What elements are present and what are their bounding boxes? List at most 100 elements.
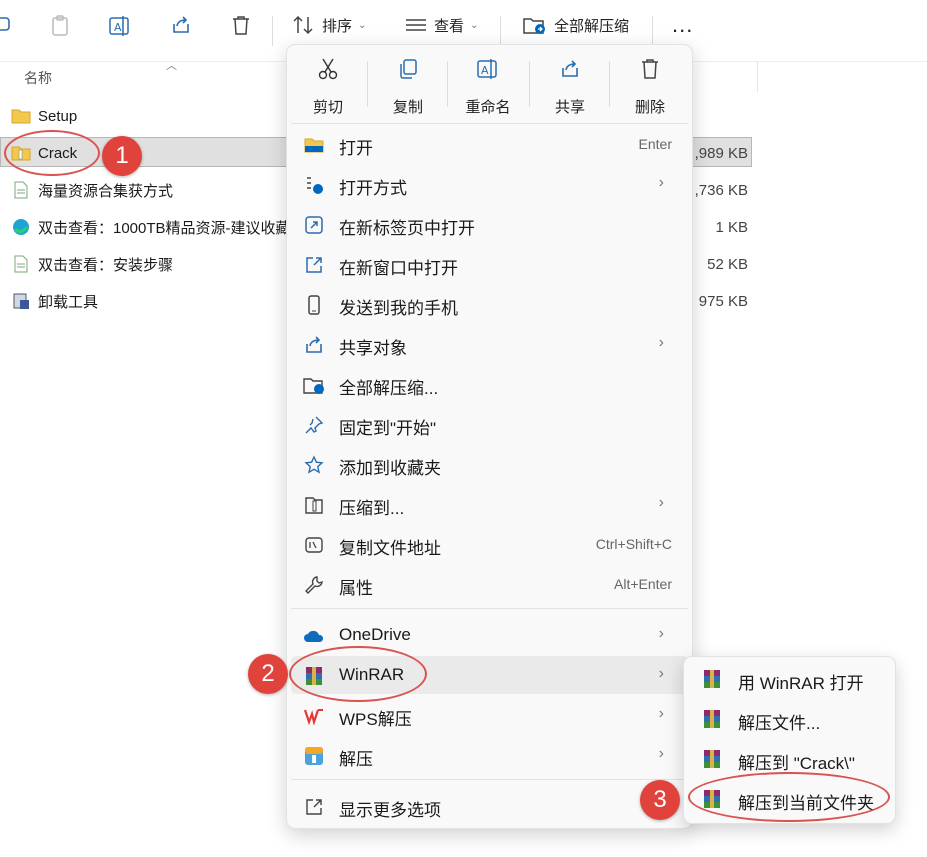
edge-link-icon bbox=[10, 218, 32, 236]
menu-item-add-favorites[interactable]: 添加到收藏夹 bbox=[291, 445, 688, 483]
menu-item-extract-all[interactable]: 全部解压缩... bbox=[291, 365, 688, 403]
file-row[interactable]: 海量资源合集获方式 bbox=[0, 173, 173, 207]
menu-item-copy-path[interactable]: 复制文件地址 Ctrl+Shift+C bbox=[291, 525, 688, 563]
share-label: 共享 bbox=[554, 99, 585, 116]
chevron-right-icon: › bbox=[658, 665, 664, 682]
menu-item-pin-to-start[interactable]: 固定到"开始" bbox=[291, 405, 688, 443]
rename-label: 重命名 bbox=[465, 99, 511, 116]
toolbar-more-button[interactable]: ... bbox=[672, 12, 693, 38]
toolbar-sort-button[interactable]: 排序 ⌄ bbox=[292, 14, 366, 36]
menu-item-label: 添加到收藏夹 bbox=[339, 459, 441, 478]
new-window-icon bbox=[303, 254, 325, 276]
sort-up-icon: ︿ bbox=[166, 60, 177, 72]
toolbar-divider bbox=[272, 16, 273, 46]
quick-divider bbox=[367, 61, 368, 107]
menu-item-extract[interactable]: 解压 › bbox=[291, 736, 688, 774]
context-menu: 剪切 复制 A 重命名 共享 删除 打开 Enter 打开方式 › 在新标签页中… bbox=[286, 44, 693, 829]
menu-item-label: OneDrive bbox=[339, 625, 411, 644]
document-icon bbox=[10, 181, 32, 199]
menu-item-label: 共享对象 bbox=[339, 339, 407, 358]
copy-label: 复制 bbox=[392, 99, 423, 116]
file-row[interactable]: 双击查看：1000TB精品资源-建议收藏 bbox=[0, 210, 291, 244]
step-badge-3: 3 bbox=[640, 780, 680, 820]
column-header-name[interactable]: 名称 bbox=[24, 68, 52, 88]
menu-item-shortcut: Alt+Enter bbox=[614, 576, 672, 592]
chevron-right-icon: › bbox=[658, 705, 664, 722]
quick-divider bbox=[447, 61, 448, 107]
menu-item-open-with[interactable]: 打开方式 › bbox=[291, 165, 688, 203]
winrar-icon bbox=[702, 709, 722, 729]
menu-item-properties[interactable]: 属性 Alt+Enter bbox=[291, 565, 688, 603]
uninstall-tool-icon bbox=[10, 292, 32, 310]
submenu-item-label: 用 WinRAR 打开 bbox=[738, 674, 864, 693]
more-icon: ... bbox=[672, 12, 694, 37]
sort-label: 排序 bbox=[322, 17, 353, 35]
menu-item-label: 压缩到... bbox=[339, 499, 405, 518]
pin-icon bbox=[303, 414, 325, 436]
highlight-oval-crack bbox=[4, 130, 100, 176]
wps-icon bbox=[303, 705, 325, 727]
toolbar-divider bbox=[652, 16, 653, 46]
svg-text:A: A bbox=[114, 21, 122, 34]
menu-item-show-more-options[interactable]: 显示更多选项 bbox=[291, 787, 688, 825]
share-button[interactable]: 共享 bbox=[535, 57, 605, 117]
toolbar-delete-button[interactable] bbox=[230, 14, 252, 36]
menu-item-open-new-window[interactable]: 在新窗口中打开 bbox=[291, 245, 688, 283]
chevron-right-icon: › bbox=[658, 494, 664, 511]
cloud-icon bbox=[303, 625, 325, 647]
menu-item-share-with[interactable]: 共享对象 › bbox=[291, 325, 688, 363]
menu-item-shortcut: Enter bbox=[638, 136, 672, 152]
copy-path-icon bbox=[303, 534, 325, 556]
file-row[interactable]: 双击查看：安装步骤 bbox=[0, 247, 173, 281]
delete-button[interactable]: 删除 bbox=[615, 57, 685, 117]
phone-icon bbox=[303, 294, 325, 316]
rename-button[interactable]: A 重命名 bbox=[453, 57, 523, 117]
menu-item-label: 打开 bbox=[339, 139, 373, 158]
chevron-down-icon: ⌄ bbox=[358, 19, 367, 31]
menu-item-open[interactable]: 打开 Enter bbox=[291, 125, 688, 163]
submenu-item-label: 解压文件... bbox=[738, 714, 821, 733]
zip-icon bbox=[303, 494, 325, 516]
menu-item-compress-to[interactable]: 压缩到... › bbox=[291, 485, 688, 523]
toolbar-view-button[interactable]: 查看 ⌄ bbox=[404, 14, 478, 36]
menu-item-shortcut: Ctrl+Shift+C bbox=[595, 536, 672, 552]
menu-item-label: 显示更多选项 bbox=[339, 801, 441, 820]
winrar-icon bbox=[702, 749, 722, 769]
menu-item-label: WPS解压 bbox=[339, 710, 412, 729]
quick-divider bbox=[609, 61, 610, 107]
menu-item-label: 复制文件地址 bbox=[339, 539, 441, 558]
cut-label: 剪切 bbox=[312, 99, 343, 116]
file-row[interactable]: 卸载工具 bbox=[0, 284, 98, 318]
folder-icon bbox=[10, 107, 32, 125]
toolbar-rename-button[interactable]: A bbox=[108, 14, 132, 38]
step-badge-2: 2 bbox=[248, 654, 288, 694]
file-name: 双击查看：1000TB精品资源-建议收藏 bbox=[38, 219, 291, 237]
toolbar-extract-all-button[interactable]: 全部解压缩 bbox=[522, 14, 629, 36]
submenu-item-open-with-winrar[interactable]: 用 WinRAR 打开 bbox=[688, 660, 893, 698]
menu-item-label: 打开方式 bbox=[339, 179, 407, 198]
toolbar-divider bbox=[500, 16, 501, 46]
toolbar-new-button[interactable] bbox=[0, 14, 12, 36]
toolbar-paste-button[interactable] bbox=[50, 14, 72, 38]
delete-label: 删除 bbox=[634, 99, 665, 116]
trash-icon bbox=[642, 59, 658, 79]
submenu-item-extract-files[interactable]: 解压文件... bbox=[688, 700, 893, 738]
extract-folder-icon bbox=[303, 374, 325, 396]
menu-item-send-to-phone[interactable]: 发送到我的手机 bbox=[291, 285, 688, 323]
copy-button[interactable]: 复制 bbox=[373, 57, 443, 117]
chevron-right-icon: › bbox=[658, 745, 664, 762]
menu-item-label: 在新标签页中打开 bbox=[339, 219, 475, 238]
menu-item-open-new-tab[interactable]: 在新标签页中打开 bbox=[291, 205, 688, 243]
document-icon bbox=[10, 255, 32, 273]
rename-icon: A bbox=[109, 16, 129, 36]
file-row[interactable]: Setup bbox=[0, 99, 77, 133]
new-tab-icon bbox=[303, 214, 325, 236]
file-name: 卸载工具 bbox=[38, 293, 99, 311]
toolbar-share-button[interactable] bbox=[170, 14, 192, 36]
menu-item-label: 在新窗口中打开 bbox=[339, 259, 458, 278]
highlight-oval-winrar bbox=[289, 646, 427, 702]
cut-button[interactable]: 剪切 bbox=[293, 57, 363, 117]
trash-icon bbox=[233, 16, 249, 35]
paste-icon bbox=[52, 15, 68, 36]
menu-item-label: 解压 bbox=[339, 750, 373, 769]
